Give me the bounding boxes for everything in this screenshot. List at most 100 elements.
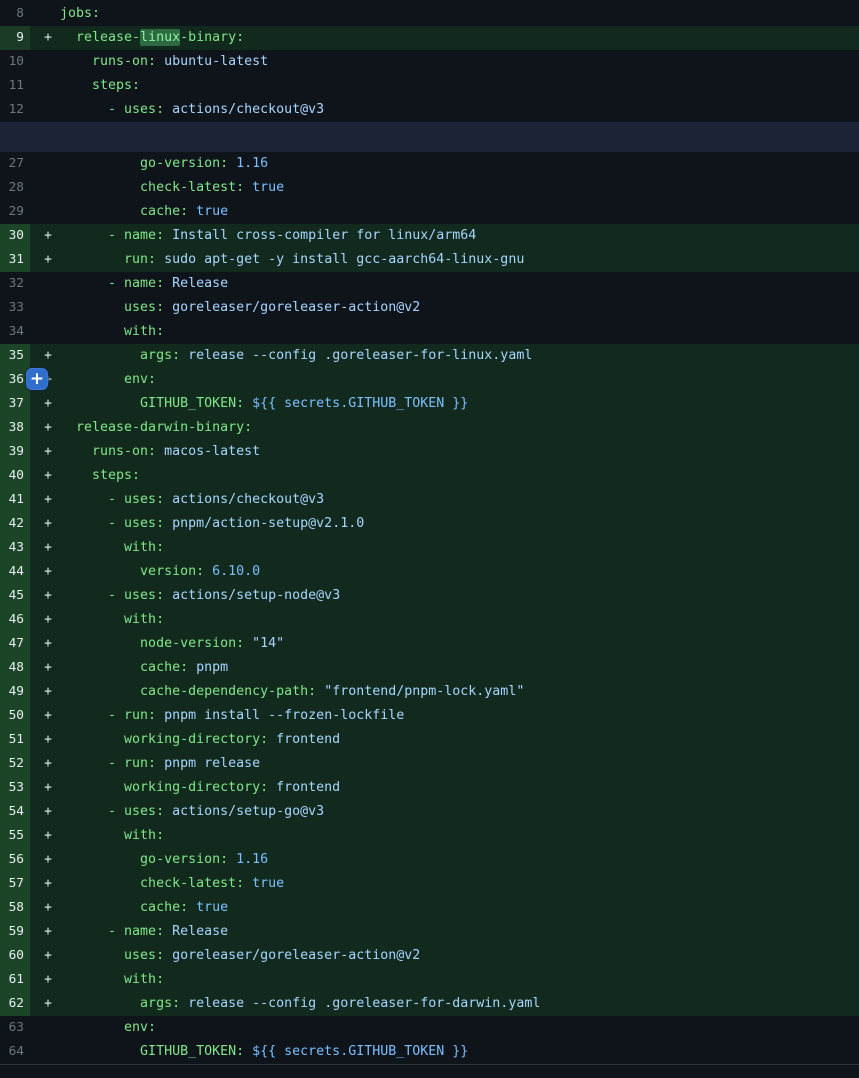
line-number[interactable]: 63 xyxy=(0,1016,30,1040)
line-number[interactable]: 30 xyxy=(0,224,30,248)
line-number[interactable]: 53 xyxy=(0,776,30,800)
line-number[interactable]: 43 xyxy=(0,536,30,560)
line-number[interactable]: 32 xyxy=(0,272,30,296)
line-number[interactable]: 31 xyxy=(0,248,30,272)
code-text: env: xyxy=(60,368,859,392)
line-number[interactable]: 48 xyxy=(0,656,30,680)
code-token: GITHUB_TOKEN: xyxy=(60,1044,244,1059)
code-token: run: xyxy=(60,252,156,267)
line-number[interactable]: 40 xyxy=(0,464,30,488)
diff-line-41: 41+ - uses: actions/checkout@v3 xyxy=(0,488,859,512)
line-number[interactable]: 45 xyxy=(0,584,30,608)
line-number[interactable]: 42 xyxy=(0,512,30,536)
diff-marker: + xyxy=(30,416,60,440)
diff-line-61: 61+ with: xyxy=(0,968,859,992)
code-token: with: xyxy=(60,972,164,987)
code-text: cache: pnpm xyxy=(60,656,859,680)
code-token: with: xyxy=(60,828,164,843)
code-text: check-latest: true xyxy=(60,176,859,200)
diff-line-37: 37+ GITHUB_TOKEN: ${{ secrets.GITHUB_TOK… xyxy=(0,392,859,416)
line-number[interactable]: 58 xyxy=(0,896,30,920)
diff-marker: + xyxy=(30,26,60,50)
diff-marker: + xyxy=(30,488,60,512)
line-number[interactable]: 37 xyxy=(0,392,30,416)
line-number[interactable]: 35 xyxy=(0,344,30,368)
line-number[interactable]: 50 xyxy=(0,704,30,728)
diff-line-57: 57+ check-latest: true xyxy=(0,872,859,896)
code-token: working-directory: xyxy=(60,732,268,747)
add-line-comment-button[interactable]: + xyxy=(26,368,48,390)
diff-marker: + xyxy=(30,848,60,872)
diff-line-46: 46+ with: xyxy=(0,608,859,632)
code-token: 1.16 xyxy=(228,852,268,867)
diff-line-27: 27 go-version: 1.16 xyxy=(0,152,859,176)
line-number[interactable]: 61 xyxy=(0,968,30,992)
line-number[interactable]: 27 xyxy=(0,152,30,176)
code-token: cache: xyxy=(60,900,188,915)
code-token: sudo apt-get -y install gcc-aarch64-linu… xyxy=(156,252,524,267)
line-number[interactable]: 9 xyxy=(0,26,30,50)
code-token: version: xyxy=(60,564,204,579)
diff-marker: + xyxy=(30,704,60,728)
diff-marker: + xyxy=(30,632,60,656)
diff-marker xyxy=(30,1016,60,1040)
line-number[interactable]: 56 xyxy=(0,848,30,872)
search-highlight: linux xyxy=(140,29,180,46)
diff-line-64: 64 GITHUB_TOKEN: ${{ secrets.GITHUB_TOKE… xyxy=(0,1040,859,1064)
line-number[interactable]: 46 xyxy=(0,608,30,632)
line-number[interactable]: 38 xyxy=(0,416,30,440)
line-number[interactable]: 51 xyxy=(0,728,30,752)
code-text: GITHUB_TOKEN: ${{ secrets.GITHUB_TOKEN }… xyxy=(60,1040,859,1064)
code-token: ubuntu-latest xyxy=(156,54,268,69)
code-text: run: sudo apt-get -y install gcc-aarch64… xyxy=(60,248,859,272)
code-token: "14" xyxy=(244,636,284,651)
diff-line-28: 28 check-latest: true xyxy=(0,176,859,200)
code-token: 1.16 xyxy=(228,156,268,171)
code-token: runs-on: xyxy=(60,54,156,69)
line-number[interactable]: 59 xyxy=(0,920,30,944)
code-token: actions/setup-go@v3 xyxy=(164,804,324,819)
code-token: cache: xyxy=(60,204,188,219)
code-token: pnpm xyxy=(188,660,228,675)
line-number[interactable]: 28 xyxy=(0,176,30,200)
line-number[interactable]: 49 xyxy=(0,680,30,704)
line-number[interactable]: 12 xyxy=(0,98,30,122)
line-number[interactable]: 44 xyxy=(0,560,30,584)
line-number[interactable]: 39 xyxy=(0,440,30,464)
code-token: "frontend/pnpm-lock.yaml" xyxy=(316,684,524,699)
code-token: with: xyxy=(60,540,164,555)
code-text: - uses: pnpm/action-setup@v2.1.0 xyxy=(60,512,859,536)
code-text: with: xyxy=(60,608,859,632)
diff-line-30: 30+ - name: Install cross-compiler for l… xyxy=(0,224,859,248)
line-number[interactable]: 55 xyxy=(0,824,30,848)
line-number[interactable]: 41 xyxy=(0,488,30,512)
line-number[interactable]: 8 xyxy=(0,2,30,26)
code-token: true xyxy=(188,900,228,915)
line-number[interactable]: 60 xyxy=(0,944,30,968)
diff-marker: + xyxy=(30,824,60,848)
diff-marker xyxy=(30,2,60,26)
code-token: release --config .goreleaser-for-darwin.… xyxy=(180,996,540,1011)
diff-marker xyxy=(30,320,60,344)
hunk-expander-row[interactable] xyxy=(0,122,859,152)
line-number[interactable]: 54 xyxy=(0,800,30,824)
diff-line-43: 43+ with: xyxy=(0,536,859,560)
line-number[interactable]: 11 xyxy=(0,74,30,98)
line-number[interactable]: 62 xyxy=(0,992,30,1016)
line-number[interactable]: 52 xyxy=(0,752,30,776)
line-number[interactable]: 10 xyxy=(0,50,30,74)
diff-marker: + xyxy=(30,440,60,464)
diff-marker: + xyxy=(30,536,60,560)
line-number[interactable]: 29 xyxy=(0,200,30,224)
line-number[interactable]: 34 xyxy=(0,320,30,344)
line-number[interactable]: 47 xyxy=(0,632,30,656)
code-token: ${{ secrets.GITHUB_TOKEN }} xyxy=(244,1044,468,1059)
code-token: 6.10.0 xyxy=(204,564,260,579)
code-token: - name: xyxy=(60,924,164,939)
diff-line-58: 58+ cache: true xyxy=(0,896,859,920)
diff-line-12: 12 - uses: actions/checkout@v3 xyxy=(0,98,859,122)
code-text: env: xyxy=(60,1016,859,1040)
line-number[interactable]: 64 xyxy=(0,1040,30,1064)
line-number[interactable]: 57 xyxy=(0,872,30,896)
line-number[interactable]: 33 xyxy=(0,296,30,320)
